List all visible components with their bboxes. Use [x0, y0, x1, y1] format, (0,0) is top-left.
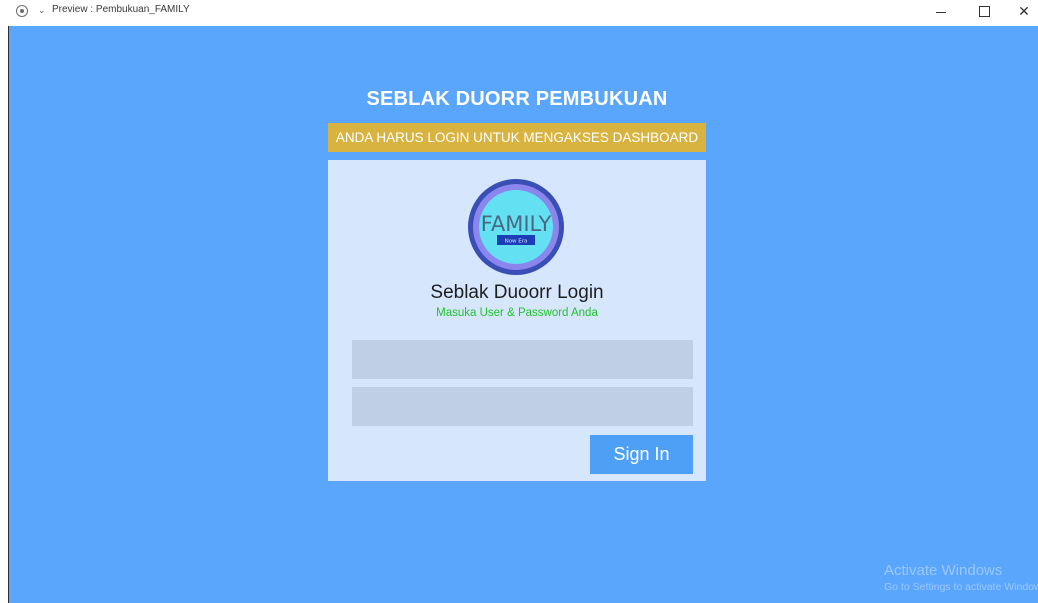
- sign-in-button[interactable]: Sign In: [590, 435, 693, 474]
- login-panel: FAMILY Now Era Seblak Duoorr Login Masuk…: [328, 160, 706, 481]
- maximize-button[interactable]: [966, 0, 1002, 22]
- login-subheading: Masuka User & Password Anda: [436, 307, 598, 319]
- logo-tagline: Now Era: [505, 239, 528, 245]
- login-heading: Seblak Duoorr Login: [430, 282, 604, 303]
- family-logo: FAMILY Now Era: [468, 179, 564, 275]
- password-field[interactable]: [352, 387, 693, 426]
- watermark-subtitle: Go to Settings to activate Windows.: [884, 581, 1038, 593]
- page-title: SEBLAK DUORR PEMBUKUAN: [366, 88, 668, 110]
- title-bar: ⌄ Preview : Pembukuan_FAMILY ✕: [0, 0, 1038, 26]
- close-button[interactable]: ✕: [1006, 0, 1038, 22]
- window-title: Preview : Pembukuan_FAMILY: [52, 4, 190, 15]
- chevron-down-icon[interactable]: ⌄: [38, 4, 46, 16]
- activate-windows-watermark: Activate Windows Go to Settings to activ…: [884, 562, 1038, 594]
- logo-text: FAMILY: [481, 212, 552, 236]
- login-required-banner: ANDA HARUS LOGIN UNTUK MENGAKSES DASHBOA…: [328, 123, 706, 152]
- minimize-button[interactable]: [924, 0, 960, 22]
- watermark-title: Activate Windows: [884, 562, 1003, 579]
- app-icon[interactable]: [16, 5, 28, 17]
- username-field[interactable]: [352, 340, 693, 379]
